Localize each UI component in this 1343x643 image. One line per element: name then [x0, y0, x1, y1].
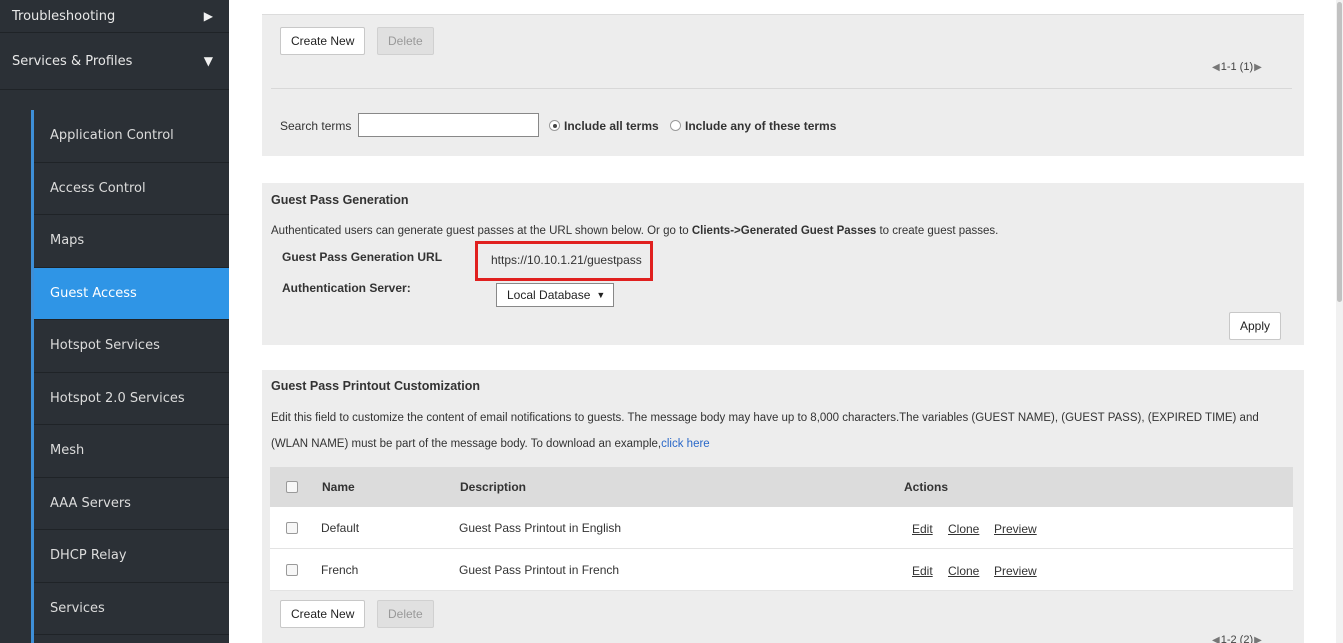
sidebar-item-services[interactable]: Services — [34, 582, 229, 635]
include-all-label: Include all terms — [564, 119, 659, 133]
scrollbar-thumb[interactable] — [1337, 2, 1342, 302]
printout-description-line1: Edit this field to customize the content… — [271, 412, 1259, 424]
row-checkbox[interactable] — [286, 564, 298, 576]
preview-link[interactable]: Preview — [994, 564, 1037, 578]
sidebar-section-troubleshooting[interactable]: Troubleshooting ▶ — [0, 0, 229, 33]
panel-top-edge — [262, 0, 1304, 15]
description-text: (WLAN NAME) must be part of the message … — [271, 438, 662, 450]
click-here-link[interactable]: click here — [661, 438, 710, 450]
edit-link[interactable]: Edit — [912, 564, 933, 578]
delete-button[interactable]: Delete — [377, 600, 434, 628]
guest-pass-url[interactable]: https://10.10.1.21/guestpass — [491, 253, 642, 267]
include-all-radio[interactable] — [549, 120, 560, 131]
create-new-button[interactable]: Create New — [280, 600, 366, 628]
delete-button[interactable]: Delete — [377, 27, 434, 55]
next-page-icon[interactable]: ▶ — [1254, 62, 1262, 73]
sidebar-item-hotspot-services[interactable]: Hotspot Services — [34, 320, 229, 373]
table-header: Name Description Actions — [270, 467, 1293, 507]
next-page-icon[interactable]: ▶ — [1254, 635, 1262, 643]
clone-link[interactable]: Clone — [948, 564, 979, 578]
sidebar-item-label: Hotspot 2.0 Services — [50, 390, 185, 406]
sidebar-item-aaa-servers[interactable]: AAA Servers — [34, 477, 229, 530]
section-title: Guest Pass Printout Customization — [271, 379, 481, 393]
clone-link[interactable]: Clone — [948, 522, 979, 536]
sidebar-item-label: Access Control — [50, 180, 146, 196]
select-all-checkbox[interactable] — [286, 481, 298, 493]
pager: ◀ 1-1 (1) ▶ — [1212, 61, 1262, 73]
prev-page-icon[interactable]: ◀ — [1212, 635, 1220, 643]
divider — [271, 88, 1292, 89]
prev-page-icon[interactable]: ◀ — [1212, 62, 1220, 73]
search-terms-label: Search terms — [280, 119, 352, 133]
edit-link[interactable]: Edit — [912, 522, 933, 536]
apply-button[interactable]: Apply — [1229, 312, 1282, 340]
sidebar-item-label: Guest Access — [50, 285, 137, 301]
row-description: Guest Pass Printout in French — [459, 563, 620, 577]
sidebar-submenu: Application Control Access Control Maps … — [31, 110, 229, 635]
table-row: French Guest Pass Printout in French Edi… — [270, 549, 1293, 591]
row-checkbox[interactable] — [286, 522, 298, 534]
chevron-down-icon: ▼ — [596, 290, 606, 300]
sidebar-item-label: Maps — [50, 233, 85, 249]
column-header-name[interactable]: Name — [322, 480, 355, 494]
include-any-radio[interactable] — [670, 120, 681, 131]
table-row: Default Guest Pass Printout in English E… — [270, 507, 1293, 549]
clients-path-text: Clients->Generated Guest Passes — [691, 225, 877, 237]
guest-pass-description: Authenticated users can generate guest p… — [271, 225, 998, 237]
url-label: Guest Pass Generation URL — [282, 250, 443, 264]
include-any-label: Include any of these terms — [685, 119, 837, 133]
column-header-description[interactable]: Description — [460, 480, 526, 494]
auth-server-label: Authentication Server: — [282, 281, 411, 295]
chevron-down-icon: ▼ — [203, 54, 213, 68]
sidebar-item-hotspot-2-services[interactable]: Hotspot 2.0 Services — [34, 372, 229, 425]
sidebar-section-services-profiles[interactable]: Services & Profiles ▼ — [0, 33, 229, 90]
sidebar-section-label: Services & Profiles — [12, 53, 133, 69]
auth-server-select[interactable]: Local Database ▼ — [496, 283, 614, 307]
section-title: Guest Pass Generation — [271, 193, 409, 207]
create-new-button[interactable]: Create New — [280, 27, 366, 55]
sidebar-item-label: AAA Servers — [50, 495, 131, 511]
search-input[interactable] — [358, 113, 539, 137]
column-header-actions: Actions — [904, 480, 949, 494]
preview-link[interactable]: Preview — [994, 522, 1037, 536]
sidebar-item-guest-access[interactable]: Guest Access — [34, 267, 229, 320]
row-name: Default — [321, 521, 360, 535]
sidebar-item-label: Hotspot Services — [50, 338, 160, 354]
sidebar-item-dhcp-relay[interactable]: DHCP Relay — [34, 530, 229, 583]
printout-description-line2: (WLAN NAME) must be part of the message … — [271, 438, 710, 450]
sidebar-item-label: Mesh — [50, 443, 85, 459]
sidebar-item-maps[interactable]: Maps — [34, 215, 229, 268]
description-text: to create guest passes. — [876, 225, 999, 237]
sidebar-item-label: Services — [50, 600, 105, 616]
pager: ◀ 1-2 (2) ▶ — [1212, 634, 1262, 643]
sidebar-section-label: Troubleshooting — [12, 8, 116, 24]
auth-server-value: Local Database — [507, 288, 591, 302]
row-description: Guest Pass Printout in English — [459, 521, 622, 535]
sidebar-item-mesh[interactable]: Mesh — [34, 425, 229, 478]
chevron-right-icon: ▶ — [203, 9, 213, 23]
description-text: Authenticated users can generate guest p… — [271, 225, 692, 237]
pager-text: 1-2 (2) — [1220, 634, 1254, 643]
sidebar-item-label: DHCP Relay — [50, 548, 127, 564]
sidebar-item-application-control[interactable]: Application Control — [34, 110, 229, 163]
sidebar-item-label: Application Control — [50, 128, 174, 144]
guest-pass-generation-panel — [262, 183, 1304, 345]
pager-text: 1-1 (1) — [1220, 61, 1254, 73]
sidebar-item-access-control[interactable]: Access Control — [34, 162, 229, 215]
row-name: French — [321, 563, 359, 577]
